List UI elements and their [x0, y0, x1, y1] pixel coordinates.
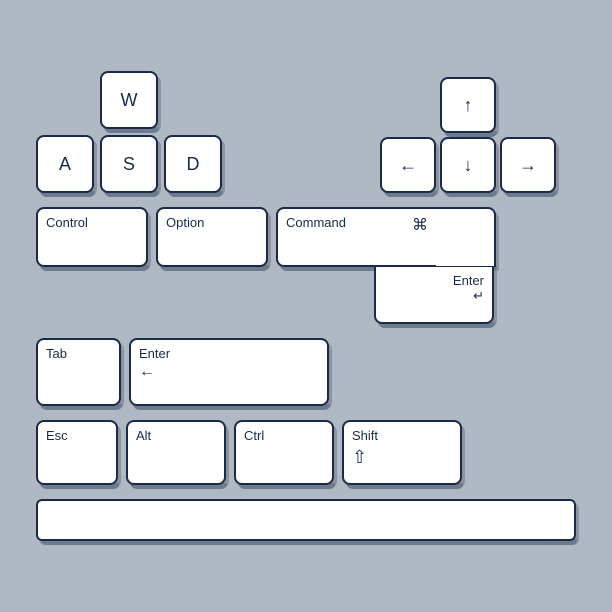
command-label: Command — [286, 215, 346, 230]
row-bottom-mods: Esc Alt Ctrl Shift ⇧ — [36, 420, 576, 485]
row-wasd-arrows: W A S D ↑ — [36, 71, 576, 193]
enter-horiz-label: Enter — [139, 346, 170, 361]
w-label: W — [121, 90, 138, 111]
key-ctrl[interactable]: Ctrl — [234, 420, 334, 485]
ctrl-label: Ctrl — [244, 428, 264, 443]
key-right[interactable]: → — [500, 137, 556, 193]
key-left[interactable]: ← — [380, 137, 436, 193]
enter-vert-label: Enter — [453, 273, 484, 288]
command-icon: ⌘ — [412, 215, 428, 235]
down-label: ↓ — [464, 155, 473, 176]
a-label: A — [59, 154, 71, 175]
key-up[interactable]: ↑ — [440, 77, 496, 133]
key-w[interactable]: W — [100, 71, 158, 129]
control-label: Control — [46, 215, 88, 230]
key-d[interactable]: D — [164, 135, 222, 193]
key-option[interactable]: Option — [156, 207, 268, 267]
keyboard-container: W A S D ↑ — [26, 61, 586, 551]
row-modifiers: Control Option Command ⌘ Enter ↵ — [36, 207, 576, 324]
wasd-group: W A S D — [36, 71, 222, 193]
left-label: ← — [399, 155, 417, 176]
key-shift[interactable]: Shift ⇧ — [342, 420, 462, 485]
right-label: → — [519, 155, 537, 176]
command-enter-group: Command ⌘ Enter ↵ — [276, 207, 496, 324]
key-a[interactable]: A — [36, 135, 94, 193]
key-enter-bottom[interactable]: Enter ↵ — [374, 267, 494, 324]
row-tab-enter: Tab Enter ← — [36, 338, 576, 406]
enter-horiz-arrow: ← — [139, 363, 155, 381]
esc-label: Esc — [46, 428, 68, 443]
s-label: S — [123, 154, 135, 175]
up-label: ↑ — [464, 95, 473, 116]
key-s[interactable]: S — [100, 135, 158, 193]
key-down[interactable]: ↓ — [440, 137, 496, 193]
l-shape-container: Enter ↵ — [436, 207, 496, 324]
tab-label: Tab — [46, 346, 67, 361]
shift-icon: ⇧ — [352, 447, 367, 468]
row-spacebar — [36, 499, 576, 541]
key-enter-horiz[interactable]: Enter ← — [129, 338, 329, 406]
key-tab[interactable]: Tab — [36, 338, 121, 406]
option-label: Option — [166, 215, 204, 230]
key-esc[interactable]: Esc — [36, 420, 118, 485]
arrow-group: ↑ ← ↓ → — [380, 77, 556, 193]
key-alt[interactable]: Alt — [126, 420, 226, 485]
enter-vert-arrow: ↵ — [473, 288, 484, 304]
shift-label: Shift — [352, 428, 378, 443]
alt-label: Alt — [136, 428, 151, 443]
key-command[interactable]: Command ⌘ — [276, 207, 436, 267]
key-space[interactable] — [36, 499, 576, 541]
d-label: D — [187, 154, 200, 175]
key-control[interactable]: Control — [36, 207, 148, 267]
key-enter-top[interactable] — [436, 207, 496, 267]
